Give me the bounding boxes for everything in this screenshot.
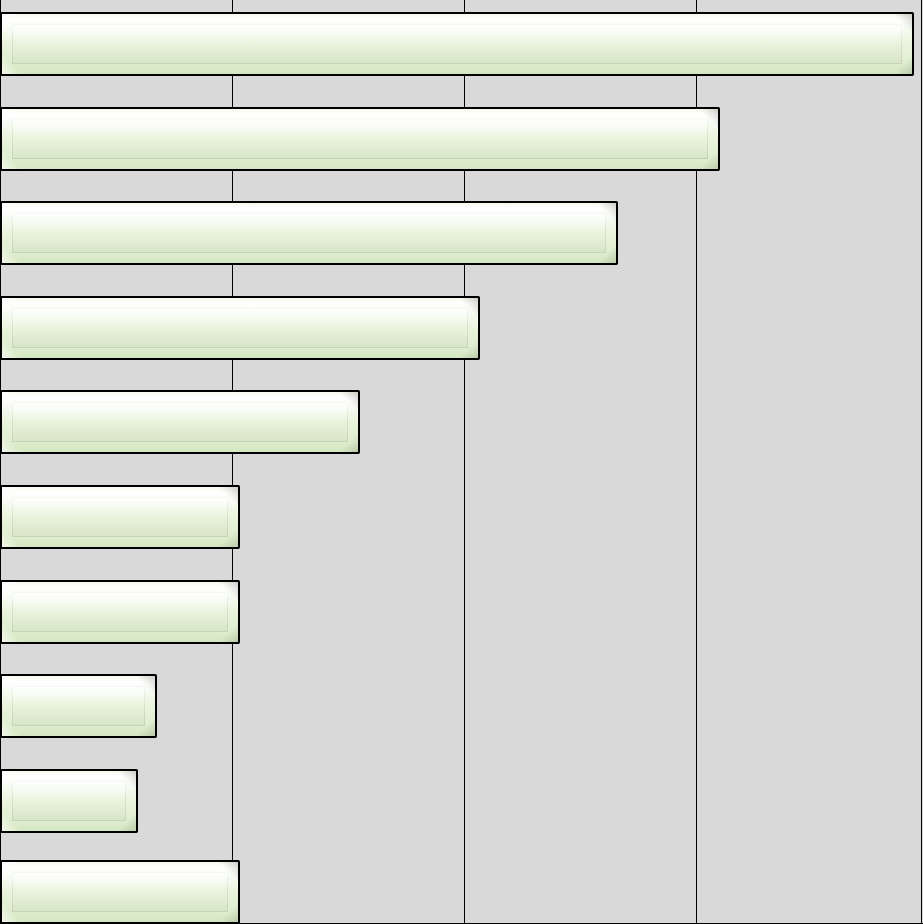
bar-1 (0, 12, 914, 76)
bar-5 (0, 390, 360, 454)
bar-8 (0, 674, 157, 738)
bar-4 (0, 296, 480, 360)
bars-container (0, 0, 923, 924)
bar-3 (0, 201, 618, 265)
bar-2 (0, 107, 720, 171)
bar-7 (0, 580, 240, 644)
bar-10 (0, 860, 240, 924)
bar-9 (0, 769, 138, 833)
bar-chart (0, 0, 923, 924)
bar-6 (0, 485, 240, 549)
